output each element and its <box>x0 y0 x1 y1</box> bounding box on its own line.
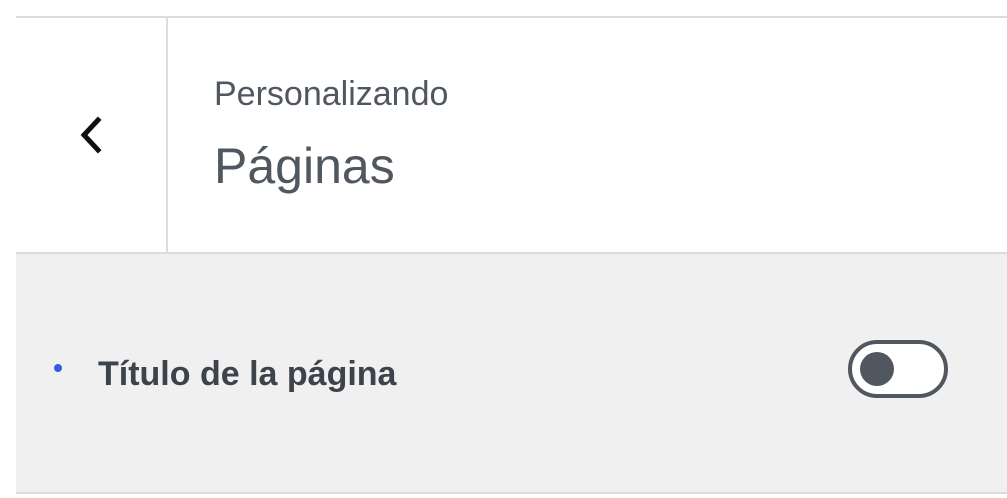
customizer-panel: Personalizando Páginas Título de la pági… <box>0 0 1007 498</box>
header-text: Personalizando Páginas <box>214 74 448 196</box>
chevron-left-icon <box>79 116 103 154</box>
page-title: Páginas <box>214 138 395 194</box>
customizing-label: Personalizando <box>214 75 449 113</box>
setting-label: Título de la página <box>98 355 397 393</box>
toggle-knob <box>860 352 894 386</box>
setting-row-page-title: Título de la página <box>16 334 1007 414</box>
customizer-section-header: Personalizando Páginas <box>16 18 1007 254</box>
back-button[interactable] <box>16 18 168 252</box>
settings-panel: Título de la página <box>16 254 1007 494</box>
indicator-dot <box>54 364 62 372</box>
page-title-toggle[interactable] <box>848 340 948 398</box>
